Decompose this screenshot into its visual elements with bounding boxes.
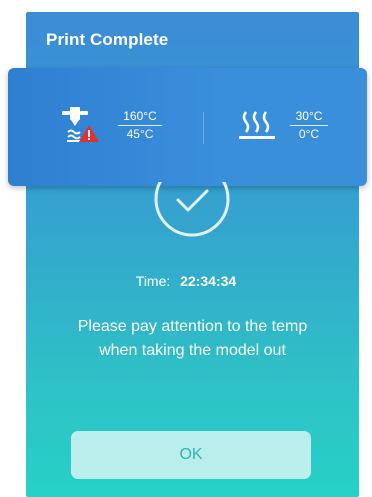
print-time: Time: 22:34:34 — [0, 273, 372, 289]
message-line-1: Please pay attention to the temp — [77, 318, 308, 335]
message-line-2: when taking the model out — [99, 342, 286, 359]
bed-temperature: 30°C 0°C — [290, 109, 328, 142]
ok-button[interactable]: OK — [71, 431, 311, 479]
temperature-panel: 160°C 45°C 30°C 0°C — [8, 68, 367, 186]
bed-target-temp: 30°C — [290, 109, 328, 126]
nozzle-target-temp: 160°C — [118, 109, 162, 126]
bed-current-temp: 0°C — [298, 127, 320, 141]
temperature-divider — [203, 112, 204, 144]
time-label: Time: — [135, 273, 171, 289]
screen: Print Complete 160°C 45°C 30°C 0°C Time:… — [0, 0, 372, 497]
heated-bed-icon — [239, 111, 275, 139]
check-circle-icon — [154, 182, 230, 237]
nozzle-warning-icon — [62, 107, 99, 142]
dialog-title: Print Complete — [46, 30, 169, 49]
nozzle-current-temp: 45°C — [126, 127, 154, 141]
nozzle-temperature: 160°C 45°C — [118, 109, 162, 142]
time-value: 22:34:34 — [180, 273, 237, 289]
temperature-warning-message: Please pay attention to the temp when ta… — [26, 315, 359, 363]
